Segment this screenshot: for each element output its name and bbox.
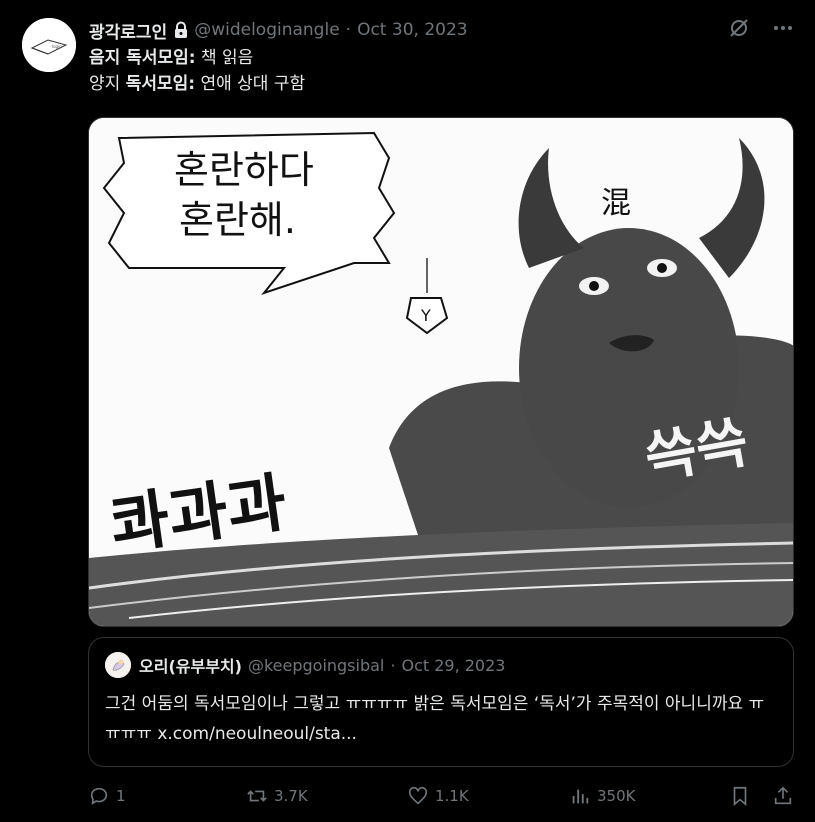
retweet-icon	[247, 790, 267, 802]
bookmark-button[interactable]	[729, 785, 757, 807]
quote-author-handle[interactable]: @keepgoingsibal	[248, 656, 384, 675]
speech-line-2: 혼란해.	[179, 198, 296, 242]
like-count: 1.1K	[435, 787, 469, 805]
tweet-date[interactable]: Oct 30, 2023	[357, 20, 468, 40]
retweet-button[interactable]: 3.7K	[246, 785, 308, 807]
author-avatar[interactable]: login	[22, 18, 76, 72]
tweet-text-line-2: 양지 독서모임: 연애 상대 구함	[89, 71, 305, 97]
views-count: 350K	[597, 787, 636, 805]
line2-prefix: 양지	[89, 74, 126, 94]
reply-count: 1	[116, 787, 126, 805]
quote-separator: ·	[390, 655, 396, 675]
more-options-button[interactable]	[771, 16, 795, 40]
quote-header: 오리(유부부치) @keepgoingsibal · Oct 29, 2023	[105, 652, 777, 678]
analytics-icon	[572, 789, 589, 804]
tag-char: Y	[420, 306, 431, 325]
quoted-tweet[interactable]: 오리(유부부치) @keepgoingsibal · Oct 29, 2023 …	[88, 637, 794, 767]
svg-text:login: login	[52, 44, 62, 49]
line1-value: 책 읽음	[195, 48, 254, 68]
separator: ·	[345, 20, 352, 40]
views-button[interactable]: 350K	[569, 785, 635, 807]
quote-avatar-icon	[105, 652, 131, 678]
line1-label: 음지 독서모임:	[89, 48, 196, 68]
grok-icon	[730, 19, 748, 37]
comic-illustration: 混 혼란하다 혼란해. Y 콰과과 쓱쓱	[89, 118, 793, 626]
author-handle[interactable]: @wideloginangle	[194, 20, 339, 40]
more-dots-icon	[774, 26, 792, 30]
like-button[interactable]: 1.1K	[407, 785, 469, 807]
header-actions	[727, 16, 795, 40]
speech-line-1: 혼란하다	[174, 148, 314, 192]
share-button[interactable]	[772, 785, 800, 807]
line2-label: 독서모임:	[125, 74, 196, 94]
bookmark-icon	[733, 786, 747, 807]
line2-value: 연애 상대 구함	[195, 74, 306, 94]
reply-button[interactable]: 1	[88, 785, 126, 807]
tweet-text-line-1: 음지 독서모임: 책 읽음	[89, 45, 305, 71]
retweet-count: 3.7K	[274, 787, 308, 805]
heart-icon	[408, 786, 428, 805]
quote-author-name[interactable]: 오리(유부부치)	[139, 653, 242, 677]
avatar-logo-icon: login	[22, 18, 76, 72]
tweet-header: 광각로그인 @wideloginangle · Oct 30, 2023	[89, 17, 468, 43]
share-icon	[774, 786, 792, 805]
forehead-char: 混	[601, 186, 631, 221]
tweet-media-image[interactable]: 混 혼란하다 혼란해. Y 콰과과 쓱쓱	[88, 117, 794, 627]
author-name[interactable]: 광각로그인	[89, 18, 167, 43]
quote-date[interactable]: Oct 29, 2023	[401, 656, 505, 675]
quote-avatar[interactable]	[105, 652, 131, 678]
action-bar: 1 3.7K 1.1K 350K	[88, 785, 794, 811]
quote-text: 그건 어둠의 독서모임이나 그렇고 ㅠㅠㅠㅠ 밝은 독서모임은 ‘독서’가 주목…	[105, 694, 765, 744]
reply-icon	[90, 787, 108, 805]
grok-button[interactable]	[727, 16, 751, 40]
tweet-text: 음지 독서모임: 책 읽음 양지 독서모임: 연애 상대 구함	[89, 45, 305, 97]
lock-icon	[173, 21, 189, 39]
